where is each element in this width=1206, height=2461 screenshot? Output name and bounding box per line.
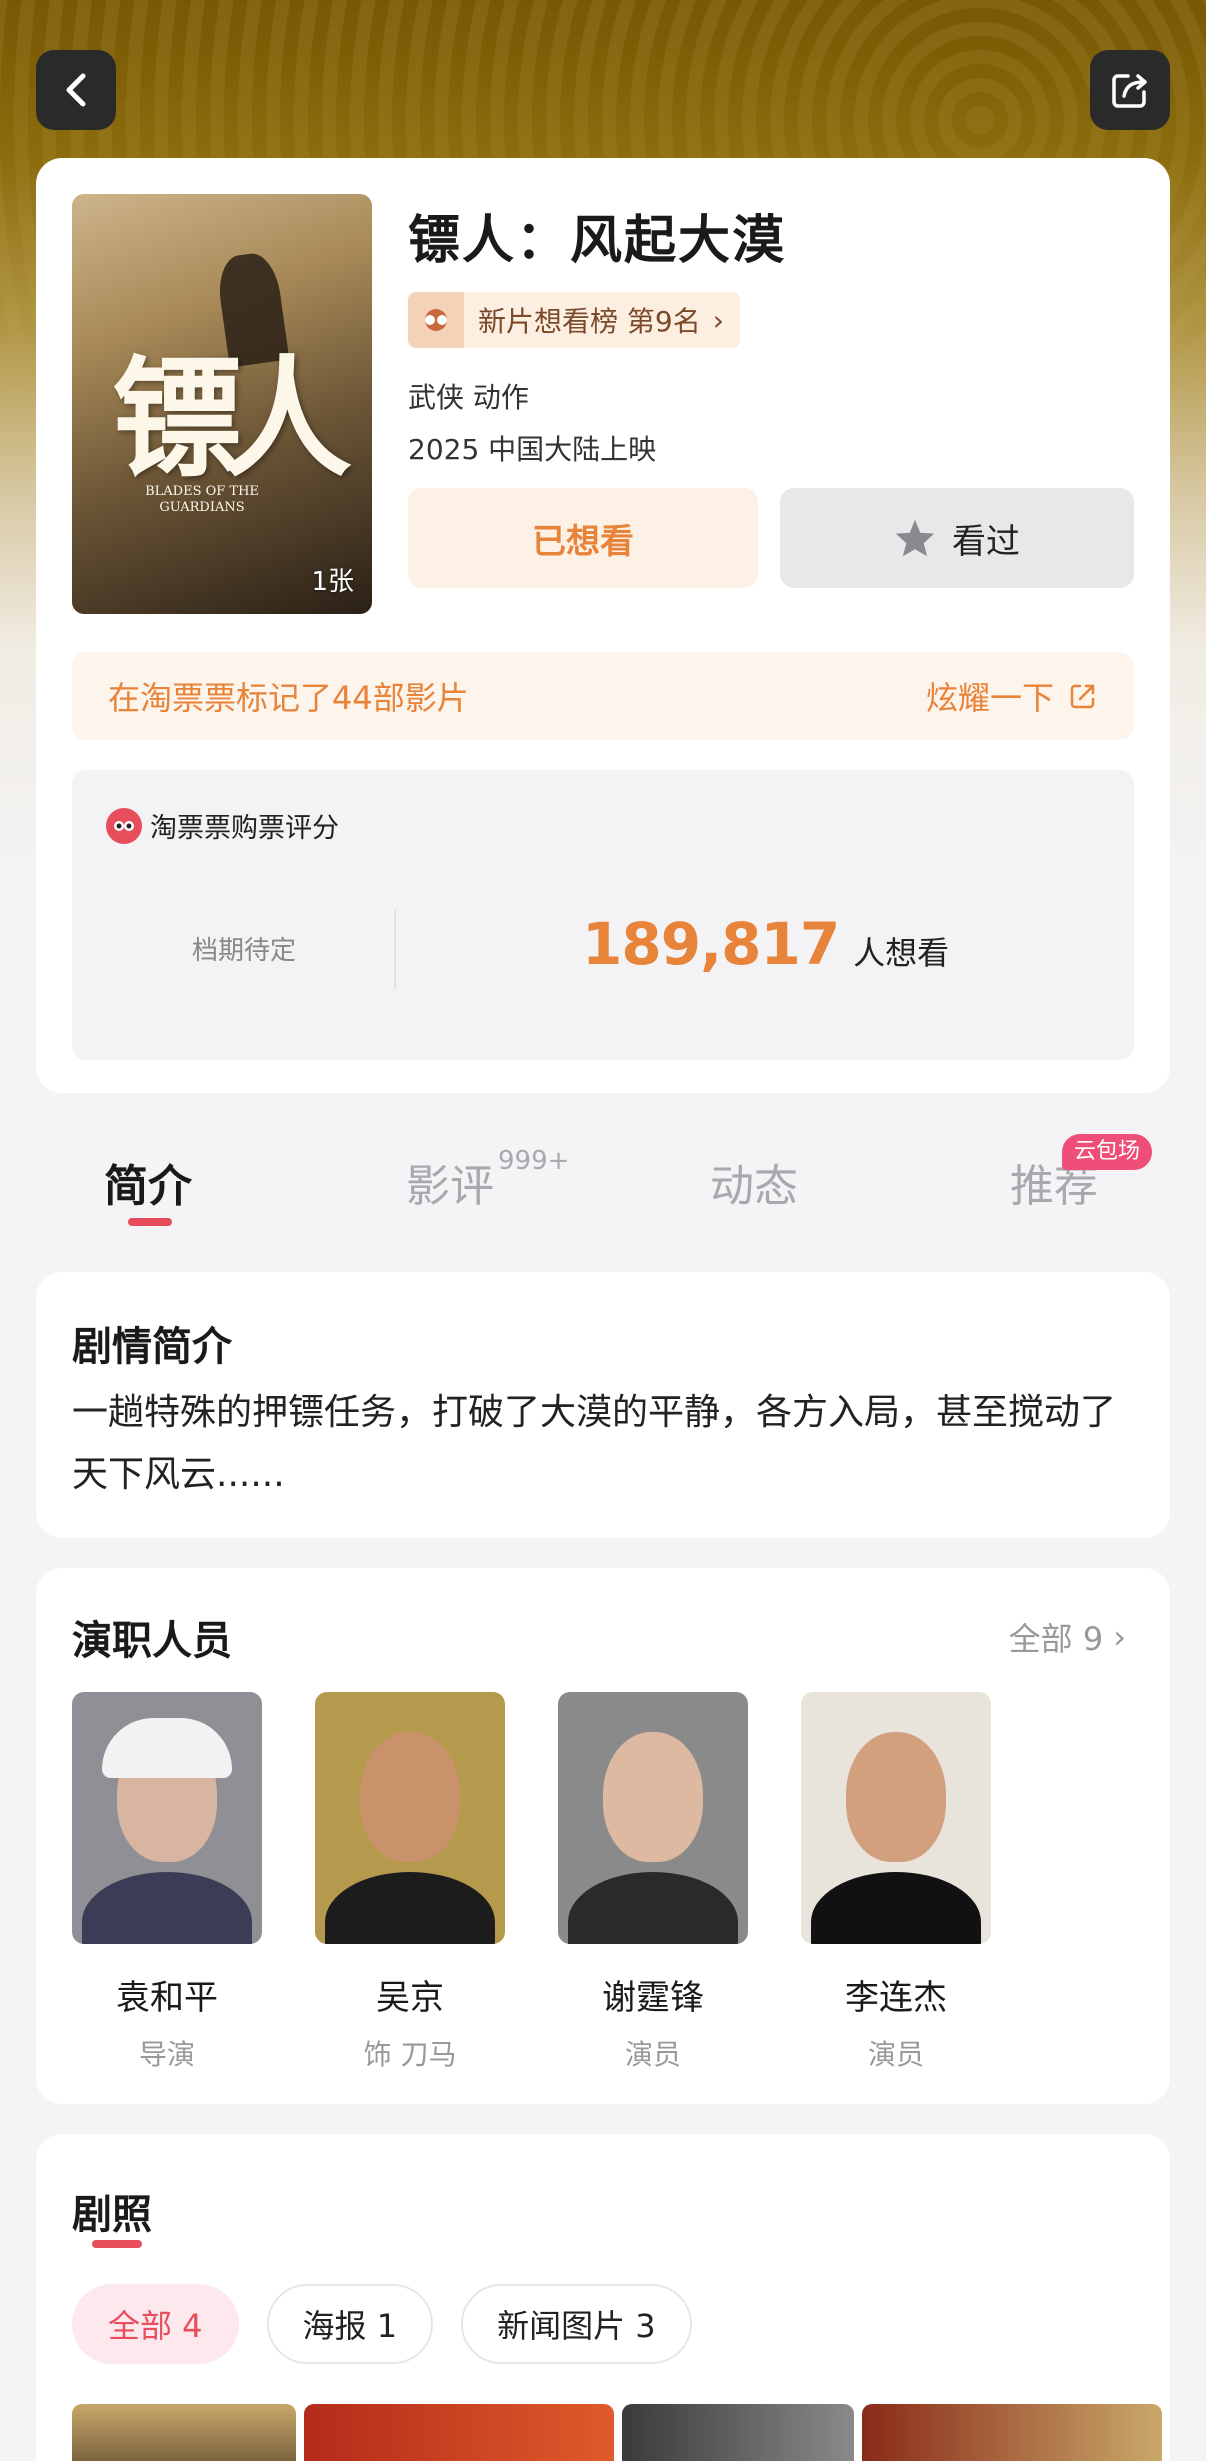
cast-role: 演员	[624, 2038, 681, 2071]
cast-list: 袁和平 导演 吴京 饰 刀马 谢霆锋 演员 李连杰 演员	[72, 1692, 1044, 2073]
poster-subtitle: BLADES OF THE GUARDIANS	[145, 484, 259, 515]
still-thumbnail[interactable]	[72, 2404, 296, 2461]
synopsis-card[interactable]: 剧情简介 一趟特殊的押镖任务，打破了大漠的平静，各方入局，甚至搅动了天下风云..…	[36, 1272, 1170, 1538]
want-count: 189,817 人想看	[582, 910, 949, 978]
watched-label: 看过	[952, 521, 1020, 562]
flaunt-label: 炫耀一下	[925, 679, 1054, 717]
cast-member[interactable]: 谢霆锋 演员	[558, 1692, 748, 2073]
cast-photo	[72, 1692, 262, 1944]
tab-review[interactable]: 影评 999+	[406, 1146, 569, 1214]
movie-poster[interactable]: 镖人 BLADES OF THE GUARDIANS 1张	[72, 194, 372, 614]
tab-review-label: 影评	[406, 1161, 494, 1212]
still-thumbnail[interactable]	[304, 2404, 614, 2461]
chevron-left-icon	[66, 73, 86, 107]
movie-release: 2025 中国大陆上映	[408, 433, 657, 466]
cast-name: 袁和平	[116, 1978, 218, 2018]
stills-card: 剧照 全部 4 海报 1 新闻图片 3	[36, 2134, 1170, 2461]
filter-all[interactable]: 全部 4	[72, 2284, 239, 2364]
want-count-label: 人想看	[853, 934, 950, 972]
cloud-screening-badge: 云包场	[1062, 1134, 1153, 1170]
movie-header-card: 镖人 BLADES OF THE GUARDIANS 1张 镖人：风起大漠 新片…	[36, 158, 1170, 1093]
glasses-icon	[408, 292, 464, 348]
cast-member[interactable]: 李连杰 演员	[801, 1692, 991, 2073]
want-to-watch-button[interactable]: 已想看	[408, 488, 758, 588]
cast-all-link[interactable]: 全部 9 ›	[1009, 1614, 1126, 1660]
cast-role: 饰 刀马	[363, 2038, 457, 2071]
stills-title-indicator	[92, 2240, 142, 2248]
mark-banner[interactable]: 在淘票票标记了44部影片 炫耀一下	[72, 652, 1134, 740]
still-thumbnail[interactable]	[862, 2404, 1162, 2461]
flaunt-link[interactable]: 炫耀一下	[926, 673, 1098, 719]
cast-role: 导演	[138, 2038, 195, 2071]
stills-title: 剧照	[72, 2192, 152, 2238]
tab-bar: 简介 影评 999+ 动态 推荐 云包场	[0, 1130, 1206, 1240]
synopsis-text: 一趟特殊的押镖任务，打破了大漠的平静，各方入局，甚至搅动了天下风云......	[72, 1392, 1117, 1495]
active-tab-indicator	[128, 1218, 172, 1226]
taopiaopiao-logo-icon	[106, 807, 142, 844]
schedule-pending: 档期待定	[192, 936, 297, 966]
rating-panel: 淘票票购票评分 档期待定 189,817 人想看	[72, 770, 1134, 1060]
chevron-right-icon: ›	[1113, 1618, 1126, 1656]
cast-member[interactable]: 袁和平 导演	[72, 1692, 262, 2073]
star-icon	[895, 519, 935, 557]
share-icon	[1112, 74, 1147, 108]
cast-card: 演职人员 全部 9 › 袁和平 导演 吴京 饰 刀马 谢霆锋 演员 李连杰 演员	[36, 1568, 1170, 2104]
review-count: 999+	[498, 1146, 570, 1176]
filter-posters[interactable]: 海报 1	[266, 2284, 434, 2364]
share-button[interactable]	[1090, 50, 1170, 130]
back-button[interactable]	[36, 50, 116, 130]
stills-thumbnails	[72, 2404, 1170, 2461]
stills-filters: 全部 4 海报 1 新闻图片 3	[72, 2284, 720, 2364]
cast-photo	[558, 1692, 748, 1944]
still-thumbnail[interactable]	[622, 2404, 854, 2461]
chevron-right-icon: ›	[712, 303, 724, 337]
filter-news-photos[interactable]: 新闻图片 3	[461, 2284, 692, 2364]
movie-genre: 武侠 动作	[408, 381, 529, 414]
rank-badge[interactable]: 新片想看榜 第9名 ›	[408, 292, 740, 348]
want-count-number: 189,817	[582, 910, 840, 978]
tab-intro[interactable]: 简介	[104, 1150, 192, 1214]
cast-member[interactable]: 吴京 饰 刀马	[315, 1692, 505, 2073]
cast-all-label: 全部 9	[1008, 1620, 1104, 1658]
rating-title: 淘票票购票评分	[150, 813, 339, 844]
watched-button[interactable]: 看过	[780, 488, 1134, 588]
movie-title: 镖人：风起大漠	[408, 211, 787, 271]
cast-photo	[315, 1692, 505, 1944]
poster-title: 镖人	[112, 342, 352, 495]
cast-photo	[801, 1692, 991, 1944]
cast-name: 李连杰	[845, 1978, 947, 2018]
cast-name: 吴京	[376, 1978, 444, 2018]
poster-count: 1张	[311, 567, 354, 597]
external-link-icon	[1070, 684, 1095, 709]
synopsis-title: 剧情简介	[72, 1324, 232, 1370]
cast-name: 谢霆锋	[602, 1978, 704, 2018]
rating-divider	[394, 910, 396, 990]
cast-role: 演员	[867, 2038, 924, 2071]
mark-count-text: 在淘票票标记了44部影片	[108, 679, 469, 717]
rating-header: 淘票票购票评分	[106, 806, 339, 845]
cast-title: 演职人员	[72, 1618, 232, 1664]
rank-label: 新片想看榜 第9名	[478, 305, 701, 338]
tab-feed[interactable]: 动态	[710, 1150, 798, 1214]
